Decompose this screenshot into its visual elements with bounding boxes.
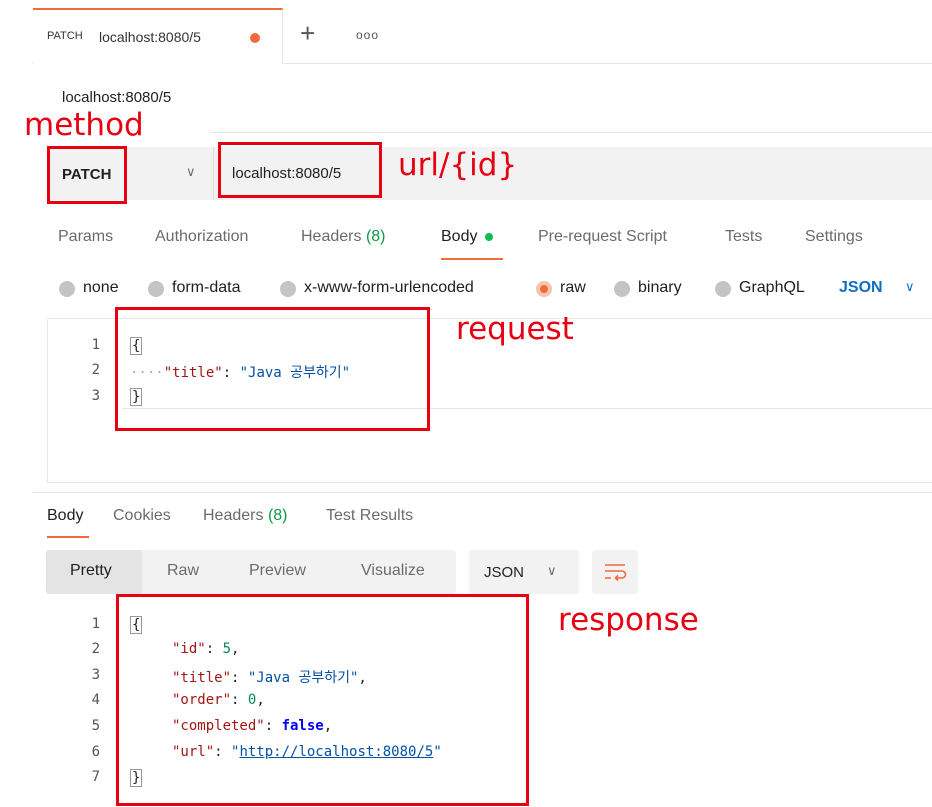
new-tab-plus-icon[interactable]: + [300, 20, 315, 46]
body-format-dropdown[interactable]: JSON [839, 279, 883, 297]
tab-tests[interactable]: Tests [725, 228, 762, 246]
unsaved-dot-icon [250, 33, 260, 43]
tab-headers-label: Headers [301, 228, 362, 245]
more-tabs-icon[interactable]: ooo [356, 28, 379, 42]
line-number: 7 [91, 769, 100, 785]
tab-body[interactable]: Body [441, 228, 494, 246]
radio-urlencoded-label[interactable]: x-www-form-urlencoded [304, 279, 474, 297]
response-tab-test-results[interactable]: Test Results [326, 507, 413, 525]
response-annotation-label: response [558, 602, 699, 638]
line-number: 1 [91, 337, 100, 353]
radio-graphql-label[interactable]: GraphQL [739, 279, 805, 297]
line-number: 5 [91, 718, 100, 734]
radio-binary-label[interactable]: binary [638, 279, 682, 297]
response-headers-count: (8) [267, 507, 288, 524]
tab-params[interactable]: Params [58, 228, 113, 246]
url-annotation-label: url/{id} [398, 147, 518, 183]
request-title[interactable]: localhost:8080/5 [62, 89, 171, 106]
response-tab-headers[interactable]: Headers (8) [203, 507, 288, 525]
line-number: 1 [91, 616, 100, 632]
line-number: 3 [91, 667, 100, 683]
line-number: 4 [91, 692, 100, 708]
tab-authorization[interactable]: Authorization [155, 228, 248, 246]
tab-settings[interactable]: Settings [805, 228, 863, 246]
request-tab[interactable]: PATCH localhost:8080/5 [33, 8, 283, 64]
request-annotation-box [115, 307, 430, 431]
method-annotation-box [47, 146, 127, 204]
url-annotation-box [218, 142, 382, 198]
radio-form-data-label[interactable]: form-data [172, 279, 240, 297]
response-tab-body[interactable]: Body [47, 507, 83, 525]
response-tab-cookies[interactable]: Cookies [113, 507, 171, 525]
line-number: 2 [91, 641, 100, 657]
tab-method-label: PATCH [47, 30, 83, 42]
chevron-down-icon: ∨ [186, 164, 196, 179]
radio-none[interactable] [59, 281, 75, 297]
view-preview-button[interactable]: Preview [249, 562, 306, 580]
radio-raw-label[interactable]: raw [560, 279, 586, 297]
response-tab-headers-label: Headers [203, 507, 264, 524]
headers-count: (8) [365, 228, 386, 245]
tab-body-label: Body [441, 228, 478, 245]
view-raw-button[interactable]: Raw [167, 562, 199, 580]
divider [32, 492, 932, 493]
view-pretty-button[interactable]: Pretty [70, 562, 112, 580]
tab-url-label: localhost:8080/5 [99, 29, 201, 45]
radio-graphql[interactable] [715, 281, 731, 297]
line-number: 6 [91, 744, 100, 760]
request-annotation-label: request [456, 311, 574, 347]
wrap-lines-icon [605, 564, 627, 582]
view-visualize-button[interactable]: Visualize [361, 562, 425, 580]
method-annotation-label: method [24, 107, 144, 143]
response-annotation-box [116, 594, 529, 806]
radio-raw[interactable] [536, 281, 552, 297]
response-format-value: JSON [484, 564, 525, 581]
active-tab-underline [47, 536, 89, 538]
radio-none-label[interactable]: none [83, 279, 119, 297]
radio-binary[interactable] [614, 281, 630, 297]
response-format-dropdown[interactable]: JSON ∨ [469, 550, 579, 594]
line-number: 3 [91, 388, 100, 404]
method-separator [213, 147, 214, 200]
tab-pre-request-script[interactable]: Pre-request Script [538, 228, 667, 246]
wrap-lines-button[interactable] [592, 550, 638, 594]
chevron-down-icon: ∨ [547, 563, 557, 578]
chevron-down-icon[interactable]: ∨ [905, 279, 915, 295]
radio-form-data[interactable] [148, 281, 164, 297]
radio-urlencoded[interactable] [280, 281, 296, 297]
active-tab-underline [441, 258, 503, 260]
divider [210, 132, 932, 133]
body-active-dot-icon [485, 232, 494, 241]
tab-headers[interactable]: Headers (8) [301, 228, 386, 246]
line-number: 2 [91, 362, 100, 378]
